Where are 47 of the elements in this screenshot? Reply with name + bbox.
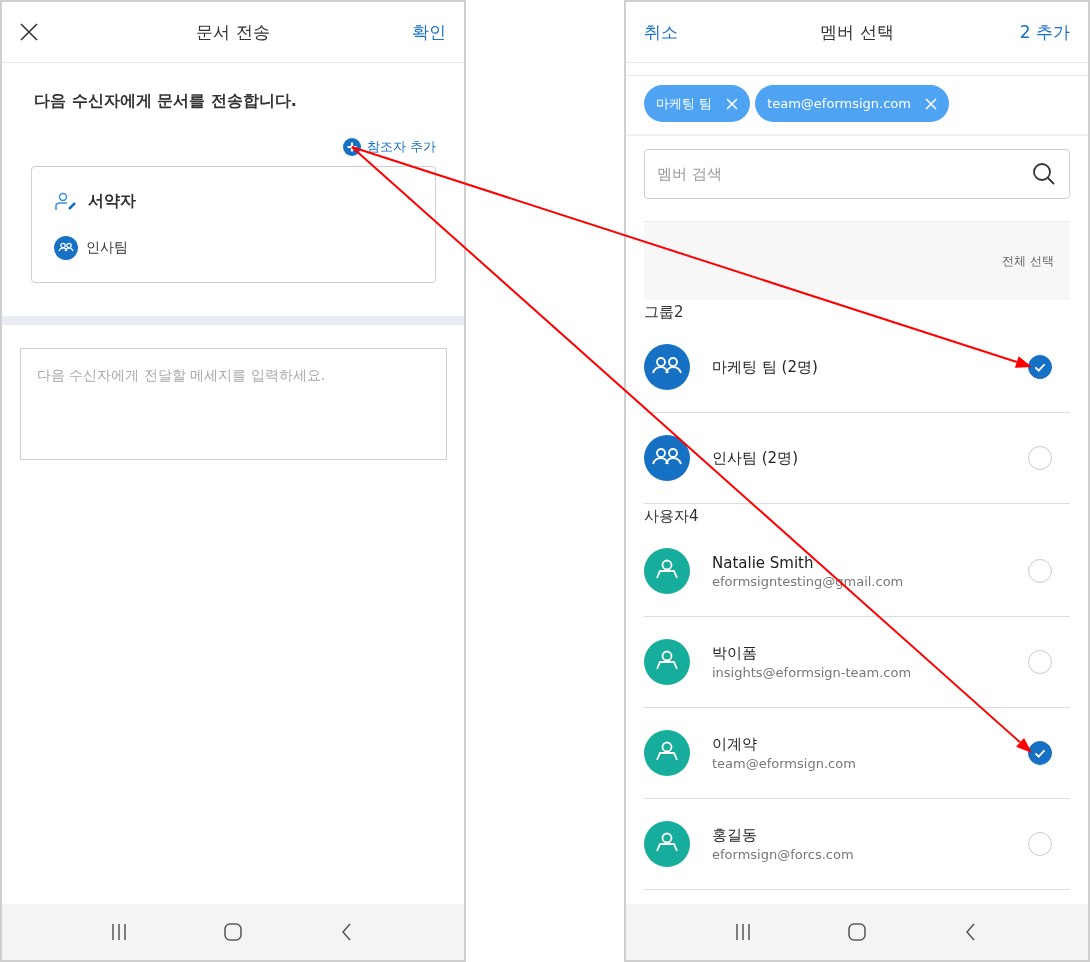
section-title: 그룹2 (643, 302, 685, 322)
user-avatar-icon (644, 821, 690, 867)
intro-text: 다음 수신자에게 문서를 전송합니다. (34, 91, 298, 112)
member-email: eformsign@forcs.com (712, 847, 855, 862)
remove-icon[interactable] (726, 97, 739, 110)
screen-title: 멤버 선택 (820, 20, 894, 44)
section-title: 사용자4 (643, 506, 700, 526)
home-icon[interactable] (848, 923, 866, 941)
screen-title: 문서 전송 (196, 20, 270, 44)
remove-icon[interactable] (924, 97, 937, 110)
member-name: 인사팀 (2명) (712, 448, 799, 468)
member-name: 박이폼 (712, 644, 758, 663)
plus-icon (342, 138, 361, 156)
member-name: 인사팀 (86, 239, 128, 257)
group-avatar-icon (54, 236, 78, 260)
member-row[interactable]: 이계약 team@eformsign.com (644, 708, 1070, 799)
add-button[interactable]: 2 추가 (1019, 20, 1070, 44)
confirm-button[interactable]: 확인 (412, 20, 446, 44)
group-avatar-icon (644, 435, 690, 481)
member-name: 홍길동 (712, 826, 758, 845)
select-checkbox[interactable] (1028, 741, 1052, 765)
user-avatar-icon (644, 639, 690, 685)
user-avatar-icon (644, 730, 690, 776)
select-checkbox[interactable] (1028, 355, 1052, 379)
cancel-button[interactable]: 취소 (644, 20, 678, 44)
close-icon[interactable] (20, 23, 38, 41)
member-row[interactable]: 박이폼 insights@eformsign-team.com (644, 617, 1070, 708)
group-avatar-icon (644, 344, 690, 390)
select-all-button[interactable]: 전체 선택 (1002, 252, 1054, 270)
message-field[interactable]: 다음 수신자에게 전달할 메세지를 입력하세요. (20, 348, 447, 460)
member-name: 이계약 (712, 735, 758, 754)
recent-apps-icon[interactable] (110, 923, 128, 941)
search-icon[interactable] (1032, 162, 1056, 186)
home-icon[interactable] (224, 923, 242, 941)
role-label: 서약자 (88, 191, 136, 212)
search-field[interactable]: 멤버 검색 (644, 149, 1070, 199)
person-pen-icon (54, 191, 78, 212)
member-name: 마케팅 팀 (2명) (712, 357, 819, 377)
add-cc-button[interactable]: 참조자 추가 (342, 138, 436, 156)
member-row[interactable]: 홍길동 eformsign@forcs.com (644, 799, 1070, 890)
user-avatar-icon (644, 548, 690, 594)
member-email: team@eformsign.com (712, 756, 857, 771)
member-row[interactable]: 마케팅 팀 (2명) (644, 322, 1070, 413)
member-email: insights@eformsign-team.com (712, 665, 913, 680)
recent-apps-icon[interactable] (734, 923, 752, 941)
member-row[interactable]: 인사팀 (2명) (644, 413, 1070, 504)
member-name: Natalie Smith (712, 553, 815, 572)
